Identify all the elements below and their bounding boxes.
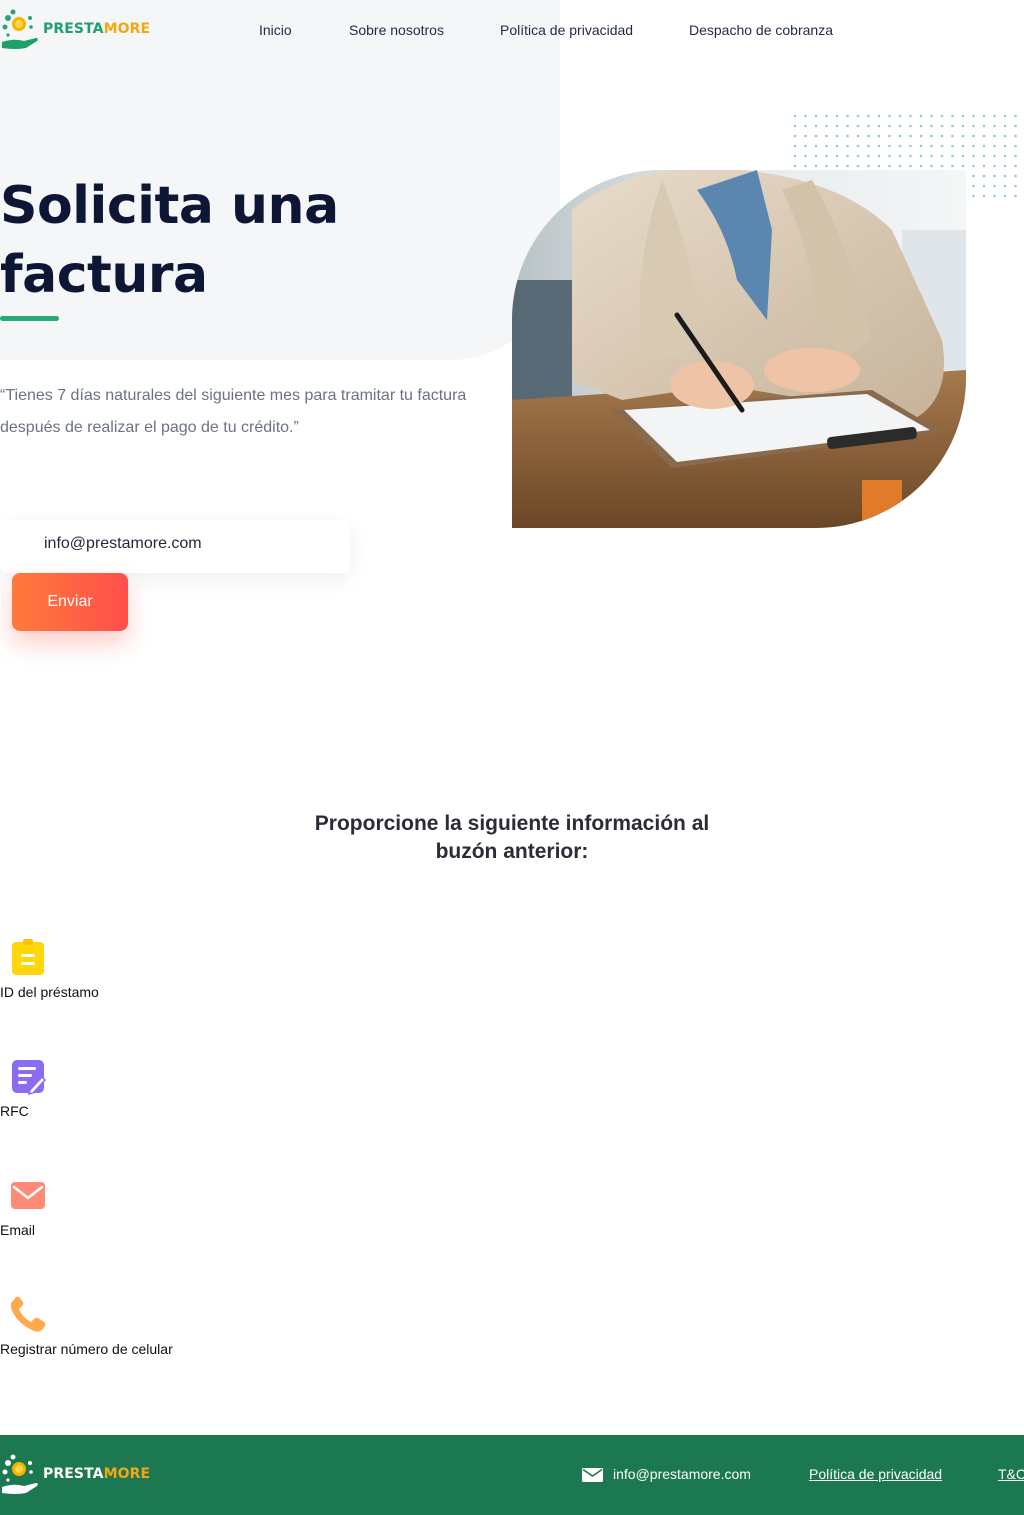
send-button[interactable]: Enviar	[12, 573, 128, 631]
title-underline	[0, 316, 59, 321]
info-label-email: Email	[0, 1222, 36, 1238]
section-heading-line-1: Proporcione la siguiente información al	[314, 812, 710, 835]
nav-sobre-nosotros[interactable]: Sobre nosotros	[349, 22, 444, 38]
info-label-phone: Registrar número de celular	[0, 1341, 173, 1357]
brand-logo[interactable]: PRESTAMORE	[0, 8, 150, 50]
nav-politica-de-privacidad[interactable]: Política de privacidad	[500, 22, 633, 38]
footer-brand-name: PRESTAMORE	[43, 1466, 151, 1482]
info-label-rfc: RFC	[0, 1103, 29, 1119]
page-title: Solicita una factura	[0, 172, 500, 310]
phone-icon	[8, 1295, 48, 1335]
edit-document-icon	[8, 1057, 48, 1097]
footer: PRESTAMORE info@prestamore.com Política …	[0, 1435, 1024, 1515]
footer-brand-logo[interactable]: PRESTAMORE	[0, 1453, 150, 1495]
section-heading-line-2: buzón anterior:	[435, 840, 589, 863]
hero-subtitle: “Tienes 7 días naturales del siguiente m…	[0, 387, 467, 436]
mail-icon	[582, 1468, 603, 1482]
info-label-loan-id: ID del préstamo	[0, 984, 99, 1000]
coin-hand-icon	[0, 8, 40, 50]
section-heading: Proporcione la siguiente información al b…	[262, 810, 762, 866]
nav-inicio[interactable]: Inicio	[259, 22, 292, 38]
coin-hand-icon	[0, 1453, 40, 1495]
page-title-line-2: factura	[0, 245, 208, 305]
envelope-icon	[8, 1176, 48, 1216]
footer-link-terms[interactable]: T&C	[998, 1466, 1024, 1482]
hero-photo-person-signing-document	[512, 170, 966, 528]
clipboard-icon	[8, 938, 48, 978]
contact-email[interactable]: info@prestamore.com	[44, 535, 202, 553]
page-title-line-1: Solicita una	[0, 176, 339, 236]
footer-link-privacy-policy[interactable]: Política de privacidad	[809, 1466, 942, 1482]
brand-name: PRESTAMORE	[43, 21, 151, 37]
footer-email[interactable]: info@prestamore.com	[613, 1466, 751, 1482]
nav-despacho-de-cobranza[interactable]: Despacho de cobranza	[689, 22, 833, 38]
email-display-box[interactable]: info@prestamore.com	[0, 520, 350, 573]
